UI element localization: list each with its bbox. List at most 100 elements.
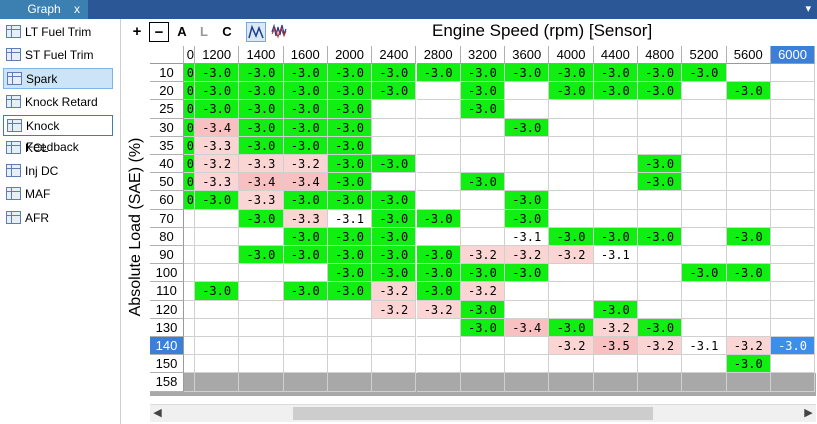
grid-cell[interactable]: -3.0	[372, 82, 417, 101]
grid-cell[interactable]: 0	[184, 100, 195, 119]
grid-cell[interactable]: -3.0	[195, 64, 240, 83]
grid-cell[interactable]	[638, 355, 683, 374]
grid-cell[interactable]	[184, 318, 195, 337]
grid-cell[interactable]	[195, 300, 240, 319]
grid-cell[interactable]	[770, 282, 816, 301]
grid-cell[interactable]	[184, 246, 195, 265]
column-header[interactable]: 4800	[638, 46, 683, 64]
grid-cell[interactable]	[416, 337, 461, 356]
grid-cell[interactable]: -3.0	[283, 246, 328, 265]
column-header[interactable]: 3600	[505, 46, 550, 64]
grid-cell[interactable]	[726, 318, 771, 337]
column-header[interactable]: 2000	[327, 46, 373, 64]
scroll-thumb[interactable]	[293, 407, 653, 420]
grid-cell[interactable]: 0	[184, 155, 195, 174]
grid-cell[interactable]: -3.0	[327, 136, 373, 155]
grid-cell[interactable]: -3.0	[327, 227, 373, 246]
grid-cell[interactable]: -3.2	[460, 282, 506, 301]
grid-cell[interactable]: -3.0	[460, 300, 506, 319]
row-header[interactable]: 158	[150, 373, 184, 392]
grid-cell[interactable]	[327, 373, 373, 392]
grid-cell[interactable]	[726, 282, 771, 301]
grid-cell[interactable]	[593, 373, 638, 392]
grid-cell[interactable]	[460, 136, 506, 155]
grid-cell[interactable]: -3.0	[416, 64, 461, 83]
grid-cell[interactable]: -3.0	[460, 82, 506, 101]
column-header[interactable]: 2800	[416, 46, 461, 64]
grid-cell[interactable]	[770, 100, 816, 119]
grid-cell[interactable]: -3.0	[195, 100, 240, 119]
grid-cell[interactable]: -3.1	[682, 337, 727, 356]
grid-cell[interactable]	[593, 209, 638, 228]
grid-cell[interactable]: -3.2	[638, 337, 683, 356]
grid-cell[interactable]: -3.2	[549, 337, 594, 356]
grid-cell[interactable]	[638, 373, 683, 392]
grid-cell[interactable]: -3.0	[505, 64, 550, 83]
window-menu-icon[interactable]: ▾	[805, 0, 811, 19]
grid-cell[interactable]	[549, 100, 594, 119]
grid-cell[interactable]	[372, 136, 417, 155]
row-header[interactable]: 25	[150, 100, 184, 119]
grid-cell[interactable]	[372, 373, 417, 392]
grid-cell[interactable]	[549, 282, 594, 301]
grid-cell[interactable]: -3.0	[682, 264, 727, 283]
grid-cell[interactable]	[283, 300, 328, 319]
grid-cell[interactable]	[726, 136, 771, 155]
grid-cell[interactable]: -3.0	[239, 100, 284, 119]
grid-cell[interactable]	[726, 209, 771, 228]
grid-cell[interactable]	[770, 82, 816, 101]
grid-cell[interactable]	[416, 155, 461, 174]
grid-cell[interactable]: -3.0	[239, 209, 284, 228]
grid-cell[interactable]	[638, 246, 683, 265]
grid-cell[interactable]: -3.0	[638, 64, 683, 83]
grid-cell[interactable]: -3.0	[416, 246, 461, 265]
grid-cell[interactable]	[770, 318, 816, 337]
grid-cell[interactable]: -3.0	[283, 118, 328, 137]
sidebar-item[interactable]: Knock Retard	[3, 92, 113, 113]
tab-close-icon[interactable]: x	[74, 0, 80, 19]
sidebar-item[interactable]: Inj DC	[3, 161, 113, 182]
row-header[interactable]: 40	[150, 155, 184, 174]
grid-cell[interactable]	[770, 300, 816, 319]
grid-cell[interactable]: -3.0	[638, 227, 683, 246]
grid-cell[interactable]	[239, 355, 284, 374]
grid-cell[interactable]: -3.0	[593, 227, 638, 246]
data-grid[interactable]: 0 1200 1400 1600 2000 2400 2800 3200 3600 4000 440…	[150, 46, 816, 396]
grid-cell[interactable]	[239, 373, 284, 392]
grid-cell[interactable]	[460, 227, 506, 246]
grid-cell[interactable]	[682, 227, 727, 246]
grid-cell[interactable]: -3.0	[327, 173, 373, 192]
grid-cell[interactable]	[770, 191, 816, 210]
grid-cell[interactable]: -3.0	[505, 118, 550, 137]
grid-cell[interactable]: -3.0	[549, 318, 594, 337]
grid-cell[interactable]	[505, 82, 550, 101]
grid-cell[interactable]: -3.0	[416, 264, 461, 283]
grid-cell[interactable]	[682, 373, 727, 392]
grid-cell[interactable]	[682, 191, 727, 210]
row-header[interactable]: 140	[150, 337, 184, 356]
grid-cell[interactable]: -3.0	[327, 64, 373, 83]
grid-cell[interactable]	[682, 209, 727, 228]
grid-cell[interactable]: -3.0	[327, 282, 373, 301]
grid-cell[interactable]	[505, 173, 550, 192]
grid-cell[interactable]: -3.0	[239, 64, 284, 83]
grid-cell[interactable]	[549, 209, 594, 228]
grid-cell[interactable]: -3.0	[327, 118, 373, 137]
row-header[interactable]: 60	[150, 191, 184, 210]
grid-cell[interactable]: -3.4	[505, 318, 550, 337]
grid-cell[interactable]	[372, 355, 417, 374]
grid-cell[interactable]	[682, 300, 727, 319]
row-header[interactable]: 20	[150, 82, 184, 101]
grid-cell[interactable]	[195, 355, 240, 374]
grid-cell[interactable]: -3.0	[372, 191, 417, 210]
grid-cell[interactable]	[505, 300, 550, 319]
grid-cell[interactable]	[682, 155, 727, 174]
grid-cell[interactable]	[593, 355, 638, 374]
grid-cell[interactable]: -3.0	[283, 282, 328, 301]
grid-cell[interactable]	[283, 337, 328, 356]
column-header[interactable]: 2400	[372, 46, 417, 64]
grid-cell[interactable]	[770, 264, 816, 283]
row-header[interactable]: 120	[150, 300, 184, 319]
row-header[interactable]: 130	[150, 318, 184, 337]
column-header[interactable]: 1200	[195, 46, 240, 64]
